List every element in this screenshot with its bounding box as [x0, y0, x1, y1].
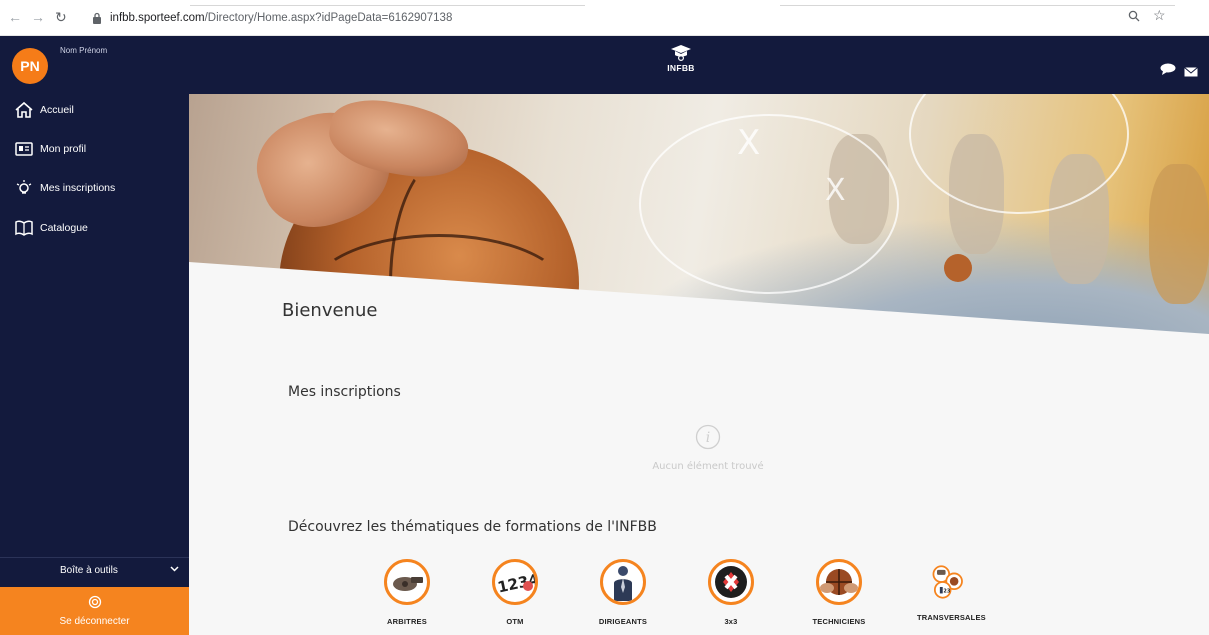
scoreboard-icon: 1234 — [492, 559, 538, 605]
infbb-logo[interactable]: INFBB — [661, 44, 701, 86]
theme-arbitres[interactable]: ARBITRES — [377, 559, 437, 626]
whistle-icon — [384, 559, 430, 605]
theme-label: TRANSVERSALES — [917, 613, 986, 622]
sidebar-item-mon-profil[interactable]: Mon profil — [0, 133, 189, 165]
home-icon — [0, 101, 40, 119]
address-bar[interactable]: infbb.sporteef.com/Directory/Home.aspx?i… — [92, 9, 1172, 27]
theme-label: DIRIGEANTS — [598, 617, 648, 626]
cross-themes-icon: 23 — [924, 559, 970, 605]
theme-label: OTM — [506, 617, 524, 626]
svg-text:X: X — [825, 173, 846, 208]
sidebar-item-label: Catalogue — [40, 222, 88, 234]
logout-label: Se déconnecter — [59, 616, 130, 627]
theme-techniciens[interactable]: TECHNICIENS — [809, 559, 869, 626]
info-icon: i — [695, 424, 721, 450]
empty-state-text: Aucun élément trouvé — [652, 461, 764, 472]
sidebar: PN Nom Prénom Accueil Mon profil Mes ins… — [0, 36, 189, 635]
avatar[interactable]: PN — [12, 48, 48, 84]
zoom-icon[interactable] — [1128, 9, 1140, 25]
theme-transversales[interactable]: 23 TRANSVERSALES — [917, 559, 986, 622]
sidebar-item-label: Mon profil — [40, 143, 87, 155]
welcome-title: Bienvenue — [282, 300, 378, 321]
tab-strip-line — [780, 5, 1175, 6]
sidebar-item-catalogue[interactable]: Catalogue — [0, 212, 189, 244]
url-path: /Directory/Home.aspx?idPageData=61629071… — [204, 12, 453, 24]
chat-icon[interactable] — [1160, 62, 1176, 80]
theme-otm[interactable]: 1234 OTM — [485, 559, 545, 626]
forward-icon[interactable]: → — [31, 9, 45, 25]
main-content — [189, 334, 1209, 635]
theme-dirigeants[interactable]: DIRIGEANTS — [593, 559, 653, 626]
banner-diagonal-cut: X X — [189, 123, 1209, 334]
lightbulb-icon — [0, 179, 40, 197]
power-icon — [88, 595, 102, 614]
sidebar-item-label: Mes inscriptions — [40, 182, 116, 194]
logo-text: INFBB — [667, 63, 695, 73]
logout-button[interactable]: Se déconnecter — [0, 587, 189, 635]
sidebar-item-mes-inscriptions[interactable]: Mes inscriptions — [0, 172, 189, 204]
hero-banner: X X — [189, 94, 1209, 334]
top-header: INFBB — [189, 36, 1209, 94]
back-icon[interactable]: ← — [8, 9, 22, 25]
id-card-icon — [0, 142, 40, 156]
empty-state: i Aucun élément trouvé — [643, 424, 773, 472]
registrations-title: Mes inscriptions — [288, 384, 401, 400]
lock-icon — [93, 12, 101, 24]
book-icon — [0, 220, 40, 236]
svg-text:X: X — [737, 123, 760, 163]
browser-toolbar: ← → ↻ infbb.sporteef.com/Directory/Home.… — [0, 0, 1209, 36]
reload-icon[interactable]: ↻ — [55, 9, 67, 26]
executive-icon — [600, 559, 646, 605]
sidebar-item-label: Accueil — [40, 104, 74, 116]
graduation-cap-icon — [671, 45, 691, 62]
bookmark-star-icon[interactable]: ☆ — [1153, 7, 1166, 24]
toolbox-menu[interactable]: Boîte à outils — [0, 557, 189, 583]
svg-text:i: i — [706, 430, 710, 446]
mail-icon[interactable] — [1184, 64, 1198, 82]
toolbox-label: Boîte à outils — [60, 565, 118, 576]
tab-strip-line — [190, 5, 585, 6]
themes-title: Découvrez les thématiques de formations … — [288, 519, 657, 535]
basketball-hands-icon — [816, 559, 862, 605]
sidebar-item-accueil[interactable]: Accueil — [0, 94, 189, 126]
svg-text:23: 23 — [943, 589, 950, 595]
theme-3x3[interactable]: 3x3 — [701, 559, 761, 626]
theme-label: 3x3 — [724, 617, 738, 626]
three-by-three-icon — [708, 559, 754, 605]
theme-label: ARBITRES — [387, 617, 427, 626]
user-name[interactable]: Nom Prénom — [60, 46, 107, 55]
chevron-down-icon — [170, 564, 179, 574]
url-host: infbb.sporteef.com — [110, 12, 205, 24]
theme-label: TECHNICIENS — [812, 617, 866, 626]
